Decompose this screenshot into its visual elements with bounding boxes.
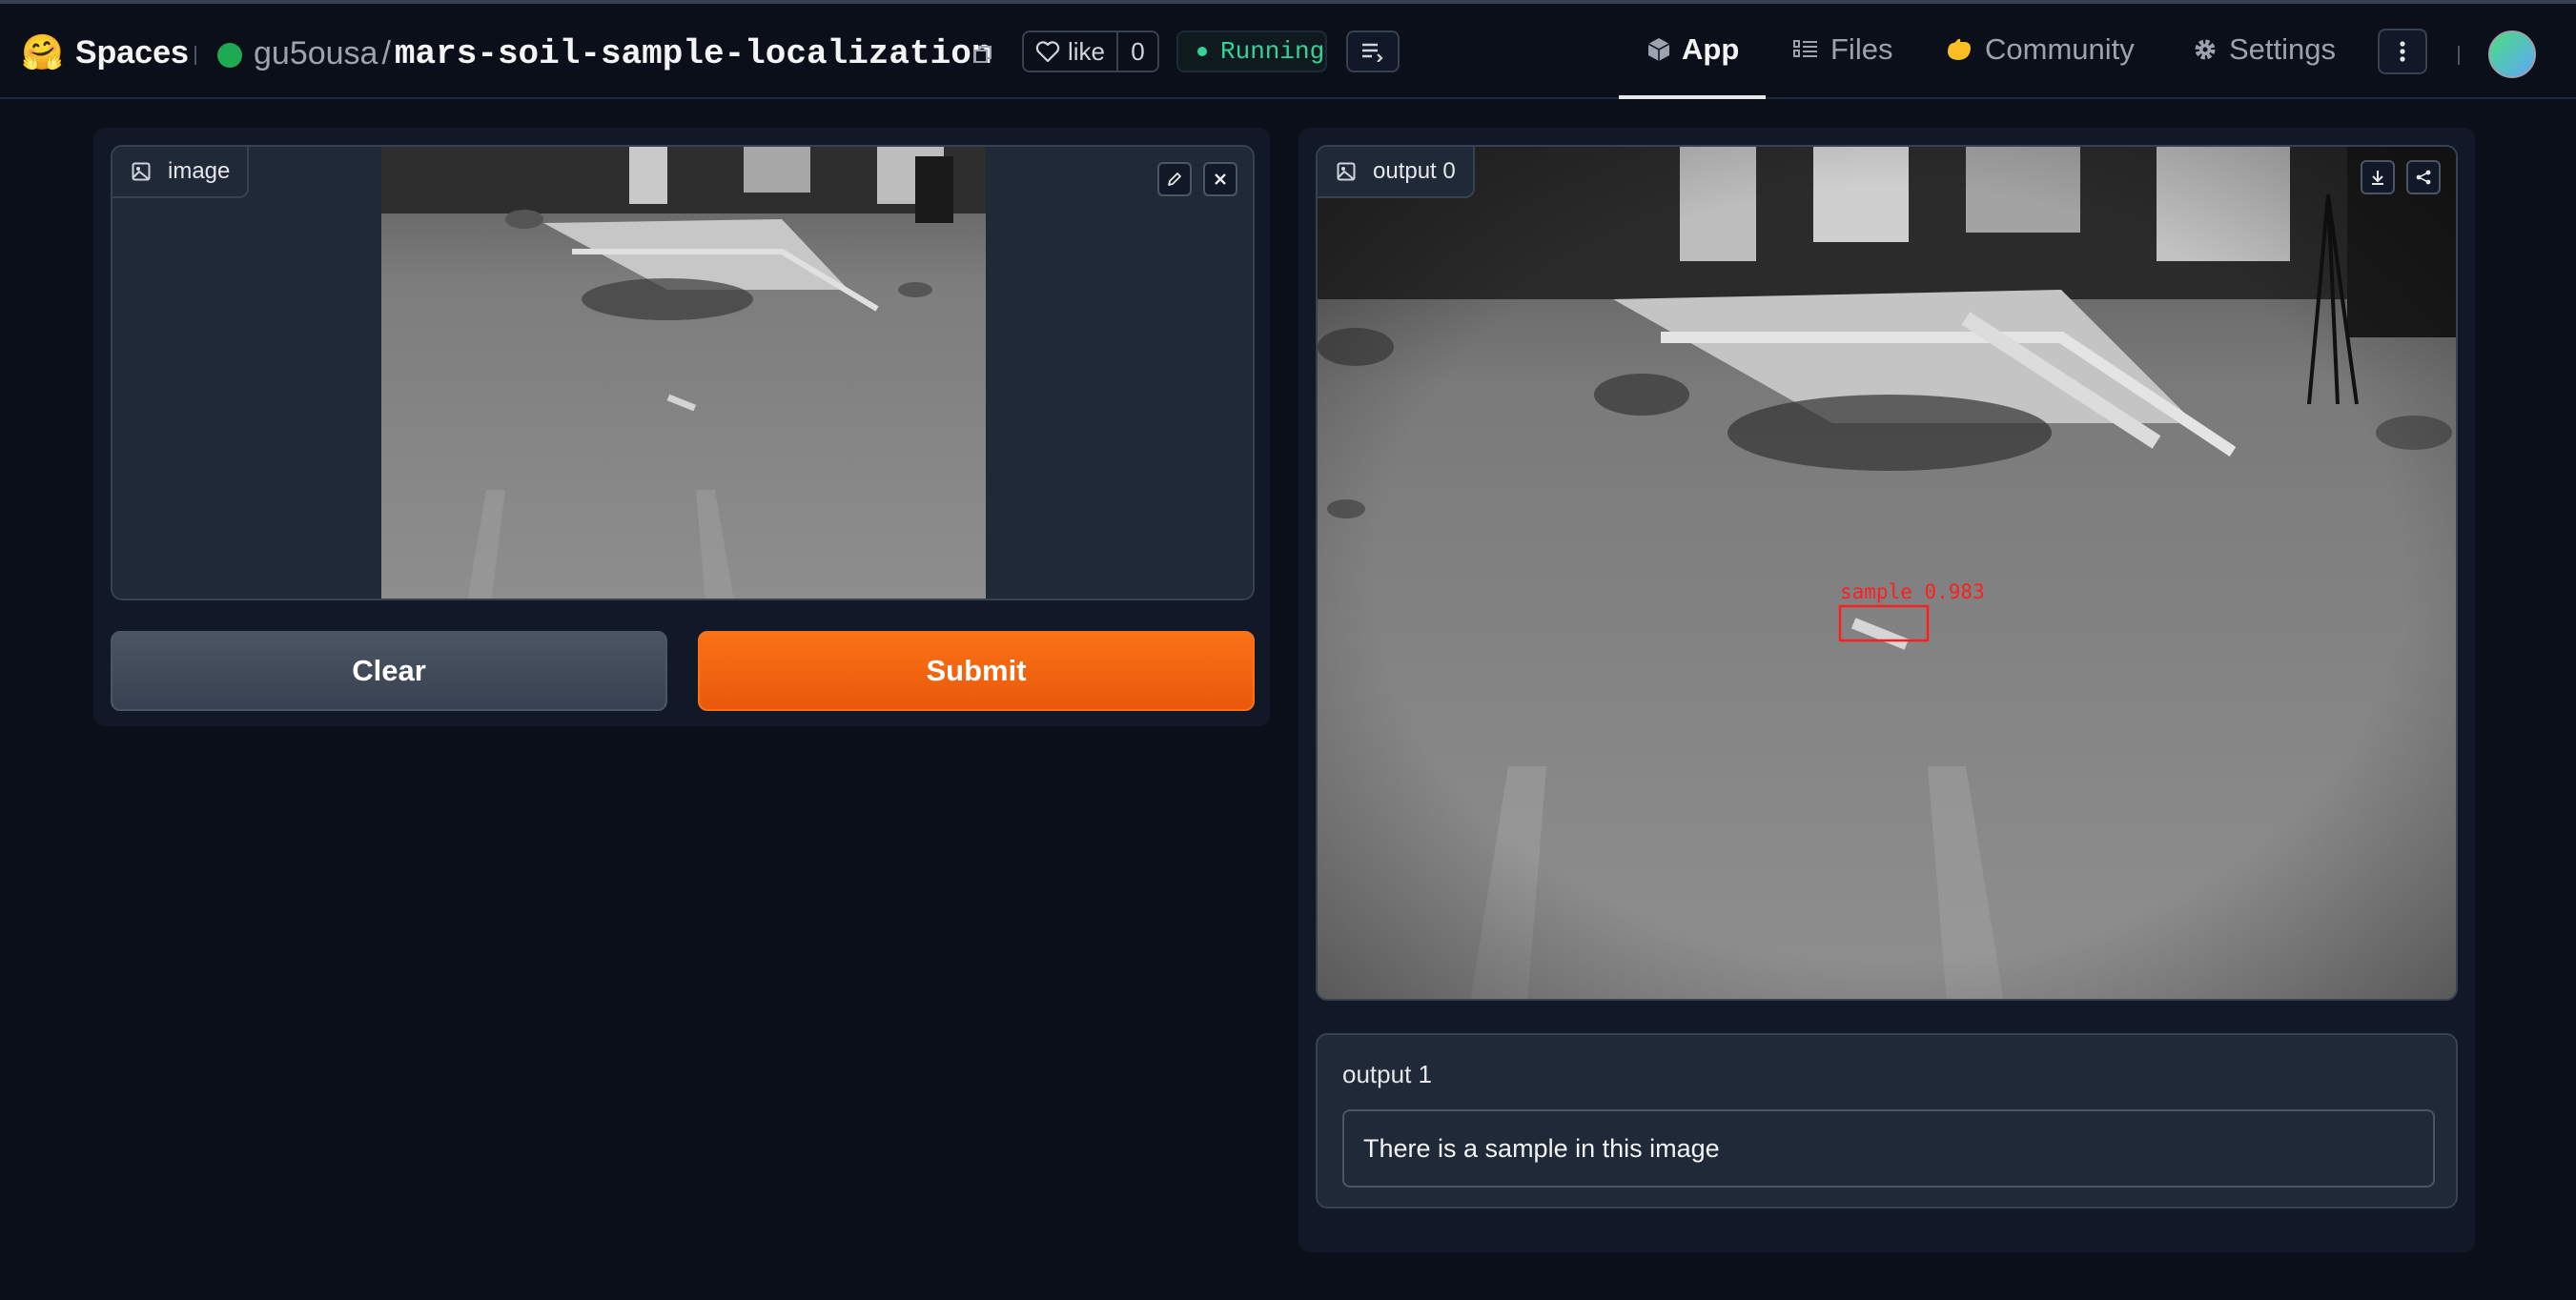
more-options-button[interactable] — [2378, 29, 2427, 74]
repo-breadcrumb: gu5ousa / mars-soil-sample-localization — [254, 34, 992, 73]
files-icon — [1793, 40, 1817, 57]
logs-button[interactable] — [1346, 30, 1400, 72]
gear-icon — [2195, 39, 2216, 60]
tab-settings-label: Settings — [2229, 32, 2337, 66]
community-icon — [1948, 38, 1971, 60]
breadcrumb-separator: / — [381, 35, 391, 71]
like-count: 0 — [1131, 36, 1145, 66]
tab-files-label: Files — [1830, 32, 1893, 66]
tab-app-label: App — [1682, 32, 1740, 66]
header-divider-right — [2458, 46, 2460, 65]
input-image-block[interactable]: image — [111, 145, 1255, 600]
logs-icon — [1362, 43, 1383, 62]
tab-files[interactable]: Files — [1792, 32, 1892, 67]
download-icon — [2372, 171, 2383, 185]
image-icon — [132, 162, 151, 181]
pencil-icon — [1168, 173, 1181, 186]
output-image-block: output 0 sample 0.983 — [1316, 145, 2458, 1001]
space-status-dot-icon — [217, 43, 242, 68]
output-text-label: output 1 — [1342, 1060, 1432, 1088]
spaces-logo[interactable]: 🤗 Spaces — [21, 32, 189, 72]
spaces-label: Spaces — [74, 33, 189, 71]
tab-community-label: Community — [1985, 32, 2135, 66]
submit-button[interactable]: Submit — [698, 631, 1255, 711]
clear-button[interactable]: Clear — [111, 631, 667, 711]
close-icon — [1215, 173, 1226, 185]
tab-settings[interactable]: Settings — [2193, 32, 2336, 67]
running-dot-icon — [1197, 47, 1207, 56]
status-badge[interactable]: Running — [1176, 30, 1327, 72]
download-button[interactable] — [2361, 160, 2395, 194]
status-text: Running — [1220, 37, 1325, 66]
active-tab-indicator — [1619, 95, 1766, 99]
input-image-label-text: image — [168, 158, 231, 184]
repo-owner-link[interactable]: gu5ousa — [254, 35, 378, 72]
header-divider — [194, 46, 196, 65]
input-mars-photo — [381, 147, 986, 599]
share-icon — [2416, 170, 2431, 185]
output-text-block: output 1 There is a sample in this image — [1316, 1033, 2458, 1209]
hugging-face-logo-icon: 🤗 — [21, 32, 64, 71]
tab-community[interactable]: Community — [1945, 32, 2135, 67]
header-bar: 🤗 Spaces gu5ousa / mars-soil-sample-loca… — [0, 4, 2576, 99]
tab-app[interactable]: App — [1647, 32, 1739, 67]
share-button[interactable] — [2406, 160, 2441, 194]
repo-name-link[interactable]: mars-soil-sample-localization — [395, 34, 992, 73]
copy-icon[interactable] — [974, 46, 992, 63]
output-textbox[interactable]: There is a sample in this image — [1342, 1109, 2435, 1188]
user-avatar[interactable] — [2488, 30, 2536, 78]
output-image-label: output 0 — [1318, 147, 1475, 198]
output-mars-photo: sample 0.983 — [1318, 147, 2456, 999]
heart-icon — [1035, 41, 1060, 63]
output-image-label-text: output 0 — [1373, 158, 1456, 184]
like-button[interactable]: like 0 — [1022, 30, 1159, 72]
detection-label: sample 0.983 — [1840, 580, 1985, 603]
remove-image-button[interactable] — [1203, 162, 1237, 196]
more-vertical-icon — [2400, 41, 2405, 62]
cube-icon — [1647, 38, 1670, 61]
edit-image-button[interactable] — [1157, 162, 1192, 196]
input-image-label: image — [112, 147, 250, 198]
like-label: like — [1068, 36, 1106, 66]
image-icon — [1337, 162, 1356, 181]
